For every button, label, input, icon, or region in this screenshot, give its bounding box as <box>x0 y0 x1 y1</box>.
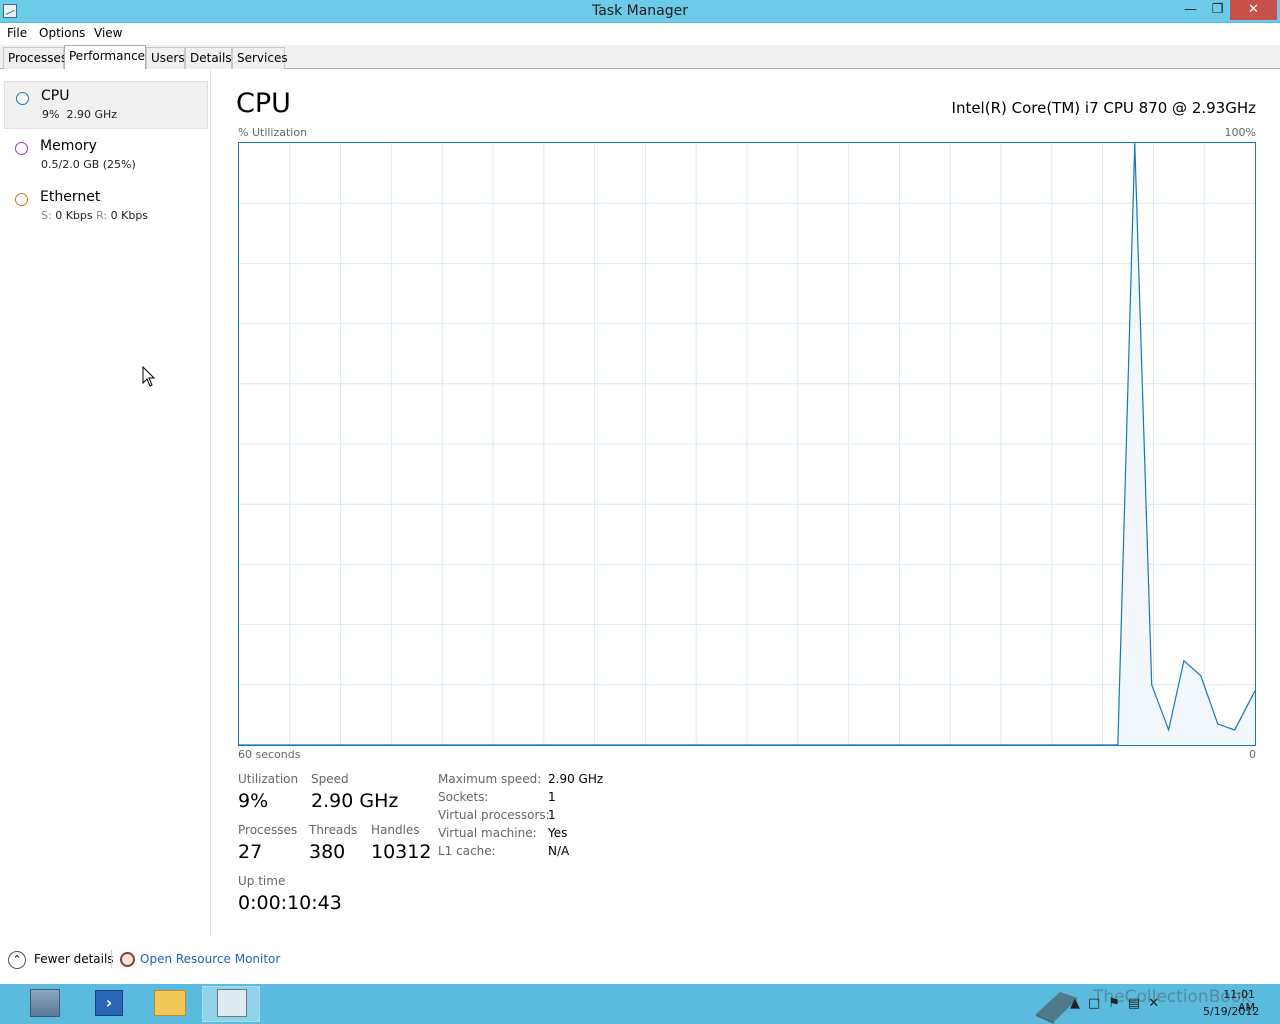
file-explorer-icon[interactable] <box>154 990 186 1016</box>
sidebar-item-detail: 9% 2.90 GHz <box>42 108 118 121</box>
sidebar-item-label: CPU <box>41 88 70 104</box>
virtual-processors-label: Virtual processors: <box>438 808 550 822</box>
virtual-processors-value: 1 <box>548 808 556 822</box>
footer-bar: ⌃ Fewer details Open Resource Monitor <box>0 946 1280 974</box>
sidebar-item-label: Ethernet <box>40 189 101 205</box>
sidebar-item-detail: 0.5/2.0 GB (25%) <box>41 158 136 171</box>
page-title: CPU <box>236 88 291 119</box>
taskbar: › TheCollectionBook ▲□⚑▤✕ 11:01 AM 5/19/… <box>0 984 1280 1024</box>
uptime-label: Up time <box>238 874 286 888</box>
powershell-icon[interactable]: › <box>95 990 123 1016</box>
menu-file[interactable]: File <box>7 26 27 40</box>
menu-options[interactable]: Options <box>39 26 85 40</box>
threads-label: Threads <box>309 823 358 837</box>
tab-processes[interactable]: Processes <box>3 47 67 69</box>
close-button[interactable]: ✕ <box>1230 0 1277 20</box>
x-axis-start-label: 60 seconds <box>238 748 301 761</box>
y-axis-label: % Utilization <box>238 126 308 139</box>
handles-value: 10312 <box>371 841 432 863</box>
cpu-utilization-graph <box>238 142 1256 746</box>
sockets-value: 1 <box>548 790 556 804</box>
footer-divider <box>111 950 112 968</box>
threads-value: 380 <box>309 841 346 863</box>
sidebar-item-cpu[interactable]: CPU 9% 2.90 GHz <box>4 81 208 129</box>
utilization-value: 9% <box>238 790 269 812</box>
tab-services[interactable]: Services <box>232 47 288 69</box>
utilization-label: Utilization <box>238 772 299 786</box>
fewer-details-link[interactable]: Fewer details <box>34 952 114 966</box>
server-manager-icon[interactable] <box>30 989 60 1017</box>
sidebar-item-ethernet[interactable]: Ethernet S: 0 Kbps R: 0 Kbps <box>4 183 208 231</box>
max-speed-label: Maximum speed: <box>438 772 542 786</box>
sidebar-item-memory[interactable]: Memory 0.5/2.0 GB (25%) <box>4 132 208 180</box>
sidebar-item-detail: S: 0 Kbps R: 0 Kbps <box>41 209 149 222</box>
l1-cache-label: L1 cache: <box>438 844 496 858</box>
system-tray-icons[interactable]: ▲□⚑▤✕ <box>1070 996 1167 1011</box>
ethernet-graph-icon <box>15 193 28 206</box>
chevron-up-icon[interactable]: ⌃ <box>8 951 26 969</box>
speed-label: Speed <box>311 772 349 786</box>
clock-date[interactable]: 5/19/2012 <box>1203 1005 1259 1018</box>
tab-details[interactable]: Details <box>185 47 232 69</box>
processes-value: 27 <box>238 841 263 863</box>
x-axis-end-label: 0 <box>1249 748 1256 761</box>
l1-cache-value: N/A <box>548 844 570 858</box>
tab-users[interactable]: Users <box>146 47 185 69</box>
tab-performance[interactable]: Performance <box>64 45 146 69</box>
uptime-value: 0:00:10:43 <box>238 892 342 914</box>
open-resource-monitor-link[interactable]: Open Resource Monitor <box>140 952 280 966</box>
processes-label: Processes <box>238 823 298 837</box>
mouse-cursor-icon <box>142 366 156 387</box>
y-axis-max-label: 100% <box>1224 126 1256 139</box>
window-title: Task Manager <box>591 3 689 19</box>
memory-graph-icon <box>15 142 28 155</box>
virtual-machine-value: Yes <box>548 826 568 840</box>
cpu-model-name: Intel(R) Core(TM) i7 CPU 870 @ 2.93GHz <box>951 99 1256 117</box>
tab-bar: Processes Performance Users Details Serv… <box>0 45 1280 69</box>
restore-button[interactable]: ❐ <box>1204 0 1231 20</box>
sockets-label: Sockets: <box>438 790 489 804</box>
virtual-machine-label: Virtual machine: <box>438 826 537 840</box>
speed-value: 2.90 GHz <box>311 790 399 812</box>
resource-sidebar: CPU 9% 2.90 GHz Memory 0.5/2.0 GB (25%) … <box>0 70 211 936</box>
menu-view[interactable]: View <box>94 26 122 40</box>
title-bar: Task Manager — ❐ ✕ <box>0 0 1280 23</box>
task-manager-icon[interactable] <box>217 989 247 1017</box>
minimize-button[interactable]: — <box>1177 0 1204 20</box>
resource-monitor-icon <box>120 952 135 967</box>
menu-bar: File Options View <box>0 23 1280 44</box>
sidebar-item-label: Memory <box>40 138 97 154</box>
max-speed-value: 2.90 GHz <box>548 772 604 786</box>
cpu-graph-icon <box>16 92 29 105</box>
handles-label: Handles <box>371 823 420 837</box>
